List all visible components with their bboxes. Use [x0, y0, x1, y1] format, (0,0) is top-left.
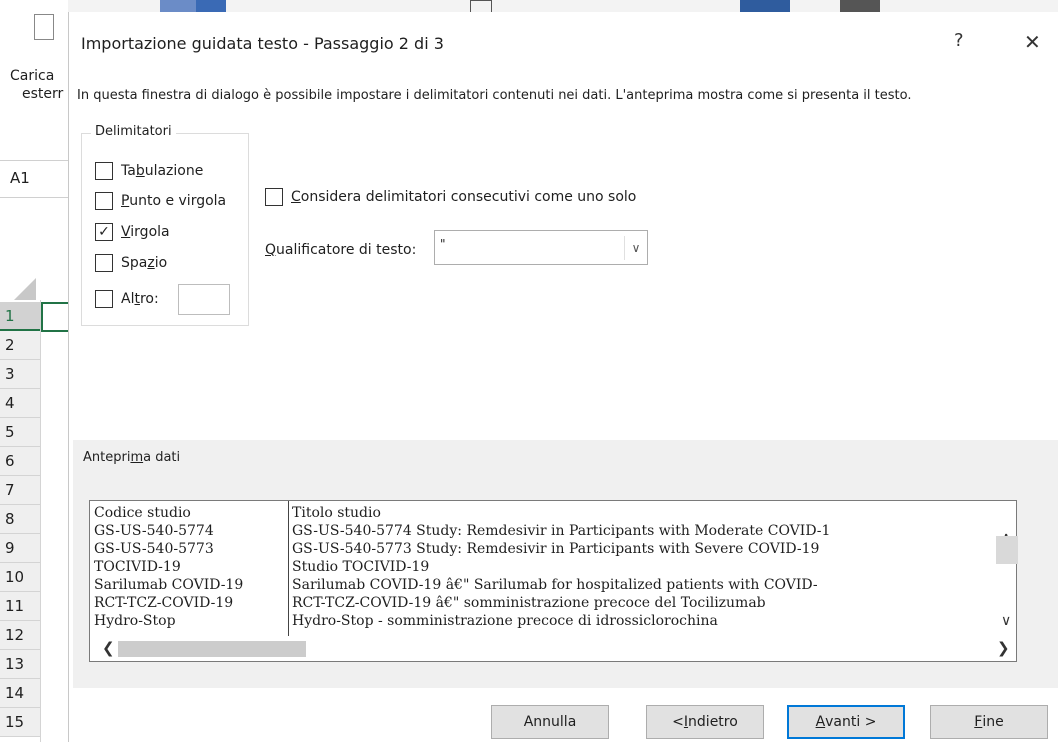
checkbox-label: Virgola — [121, 224, 170, 240]
row-header[interactable]: 3 — [0, 360, 40, 389]
row-header[interactable]: 7 — [0, 476, 40, 505]
row-header[interactable]: 8 — [0, 505, 40, 534]
row-header[interactable]: 10 — [0, 563, 40, 592]
checkbox-other[interactable]: Altro: — [95, 290, 159, 308]
dialog-title: Importazione guidata testo - Passaggio 2… — [81, 34, 444, 53]
row-header[interactable]: 13 — [0, 650, 40, 679]
dialog-description: In questa finestra di dialogo è possibil… — [77, 88, 912, 103]
name-box[interactable]: A1 — [0, 160, 68, 198]
horizontal-scroll-thumb[interactable] — [118, 641, 306, 657]
row-header[interactable]: 11 — [0, 592, 40, 621]
row-header[interactable]: 1 — [0, 302, 40, 331]
preview-cell-code: Hydro-Stop — [94, 613, 176, 629]
help-button[interactable]: ? — [954, 30, 964, 51]
scroll-right-icon[interactable]: ❯ — [997, 639, 1010, 657]
checkbox-consecutive[interactable]: Considera delimitatori consecutivi come … — [265, 188, 636, 206]
data-preview-rows: Codice studio Titolo studio GS-US-540-5774… — [90, 501, 1016, 637]
row-header[interactable]: 5 — [0, 418, 40, 447]
checkbox-box[interactable] — [95, 254, 113, 272]
finish-button[interactable]: Fine — [930, 705, 1048, 739]
ribbon-label: Carica — [10, 68, 55, 84]
row-header[interactable]: 2 — [0, 331, 40, 360]
preview-cell-code: GS-US-540-5774 — [94, 523, 214, 539]
chevron-down-icon[interactable]: ∨ — [624, 236, 647, 260]
preview-cell-title: GS-US-540-5773 Study: Remdesivir in Part… — [292, 541, 820, 557]
data-preview-grid[interactable]: Codice studio Titolo studio GS-US-540-5774… — [89, 500, 1017, 662]
vertical-scroll-thumb[interactable] — [996, 536, 1018, 564]
ribbon-icon-partial — [840, 0, 880, 12]
preview-cell-title: Sarilumab COVID-19 â€" Sarilumab for hos… — [292, 577, 818, 593]
checkbox-tab[interactable]: Tabulazione — [95, 162, 203, 180]
row-header[interactable]: 6 — [0, 447, 40, 476]
back-button[interactable]: < Indietro — [646, 705, 764, 739]
horizontal-scrollbar[interactable]: ❮ ❯ — [90, 636, 1016, 661]
checkbox-label: Altro: — [121, 291, 159, 307]
preview-cell-title: Hydro-Stop - somministrazione precoce di… — [292, 613, 718, 629]
preview-cell-code: TOCIVID-19 — [94, 559, 181, 575]
preview-cell-code: RCT-TCZ-COVID-19 — [94, 595, 234, 611]
check-icon: ✓ — [98, 224, 110, 240]
preview-cell-title: RCT-TCZ-COVID-19 â€" somministrazione pr… — [292, 595, 766, 611]
checkbox-box[interactable] — [265, 188, 283, 206]
checkbox-comma[interactable]: ✓ Virgola — [95, 223, 170, 241]
file-icon — [34, 14, 54, 40]
close-icon[interactable]: ✕ — [1024, 30, 1041, 54]
text-import-wizard-dialog: Importazione guidata testo - Passaggio 2… — [68, 12, 1058, 742]
checkbox-box[interactable] — [95, 290, 113, 308]
preview-cell-title: Titolo studio — [292, 505, 381, 521]
row-header[interactable]: 12 — [0, 621, 40, 650]
preview-cell-code: Sarilumab COVID-19 — [94, 577, 244, 593]
checkbox-label: Punto e virgola — [121, 193, 227, 209]
name-box-value: A1 — [10, 169, 30, 187]
row-header-border — [40, 300, 41, 742]
row-header[interactable]: 14 — [0, 679, 40, 708]
scroll-down-icon[interactable]: ∨ — [1001, 613, 1011, 629]
checkbox-semicolon[interactable]: Punto e virgola — [95, 192, 226, 210]
checkbox-label: Tabulazione — [121, 163, 204, 179]
text-qualifier-select[interactable]: " ∨ — [434, 230, 648, 265]
checkbox-box[interactable]: ✓ — [95, 223, 113, 241]
row-header[interactable]: 15 — [0, 708, 40, 737]
data-preview-legend: Anteprima dati — [83, 450, 181, 465]
ribbon-icon-partial — [160, 0, 200, 12]
checkbox-box[interactable] — [95, 192, 113, 210]
checkbox-label: Considera delimitatori consecutivi come … — [291, 189, 637, 205]
next-button[interactable]: Avanti > — [787, 705, 905, 739]
delimiters-legend: Delimitatori — [91, 124, 176, 139]
checkbox-space[interactable]: Spazio — [95, 254, 167, 272]
preview-cell-title: GS-US-540-5774 Study: Remdesivir in Part… — [292, 523, 831, 539]
cancel-button[interactable]: Annulla — [491, 705, 609, 739]
checkbox-label: Spazio — [121, 255, 168, 271]
select-all-corner[interactable] — [14, 278, 36, 300]
preview-cell-title: Studio TOCIVID-19 — [292, 559, 430, 575]
active-cell[interactable] — [41, 302, 68, 332]
column-separator[interactable] — [288, 501, 289, 637]
ribbon-icon-partial — [196, 0, 226, 12]
row-header[interactable]: 9 — [0, 534, 40, 563]
ribbon-label: esterr — [22, 86, 64, 102]
excel-left-pane: Carica esterr A1 1 2 3 4 5 6 7 8 9 10 11 12 13 14 15 — [0, 0, 68, 742]
checkbox-box[interactable] — [95, 162, 113, 180]
text-qualifier-label: Qualificatore di testo: — [265, 242, 417, 258]
preview-cell-code: Codice studio — [94, 505, 191, 521]
scroll-left-icon[interactable]: ❮ — [102, 639, 115, 657]
ribbon-icon-partial — [740, 0, 790, 12]
other-delimiter-input[interactable] — [178, 284, 230, 315]
text-qualifier-value: " — [440, 237, 446, 251]
preview-cell-code: GS-US-540-5773 — [94, 541, 214, 557]
row-header[interactable]: 4 — [0, 389, 40, 418]
ribbon-strip — [0, 0, 1058, 14]
